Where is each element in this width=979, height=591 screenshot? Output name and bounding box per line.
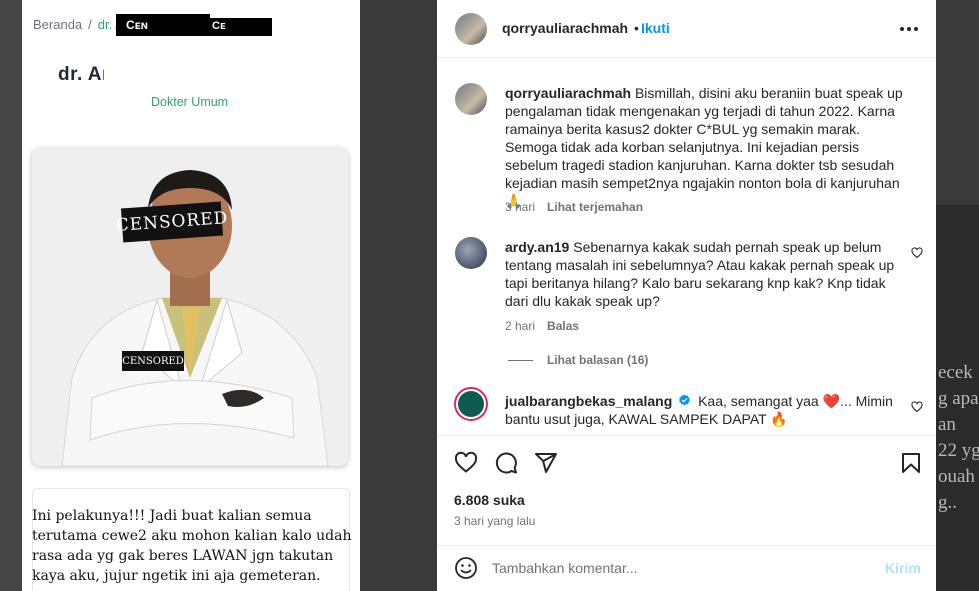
view-replies-button[interactable]: Lihat balasan (16) bbox=[508, 353, 648, 367]
share-icon[interactable] bbox=[534, 451, 558, 475]
breadcrumb-separator: / bbox=[88, 17, 92, 32]
post-image[interactable]: Beranda / dr. A Cᴇɴ Cᴇ dr. Aı Y Dokter Umu… bbox=[22, 0, 360, 591]
view-replies-label[interactable]: Lihat balasan (16) bbox=[547, 353, 648, 367]
comment-avatar[interactable] bbox=[455, 237, 487, 269]
follow-button[interactable]: Ikuti bbox=[641, 20, 670, 36]
comment-meta: 3 hari Lihat terjemahan bbox=[505, 200, 643, 214]
emoji-icon[interactable] bbox=[454, 556, 478, 580]
comment-username[interactable]: qorryauliarachmah bbox=[505, 85, 631, 101]
comment-text: Bismillah, disini aku beraniin buat spea… bbox=[505, 85, 903, 209]
comment: jualbarangbekas_malang Kaa, semangat yaa… bbox=[505, 392, 895, 428]
breadcrumb-home: Beranda bbox=[33, 17, 83, 32]
comment-time[interactable]: 2 hari bbox=[505, 319, 535, 333]
comment-meta: 2 hari Balas bbox=[505, 319, 579, 333]
verified-badge-icon bbox=[679, 394, 690, 406]
censor-label-badge: CENSORED bbox=[122, 355, 184, 367]
author-avatar[interactable] bbox=[455, 13, 487, 45]
comment-username[interactable]: ardy.an19 bbox=[505, 239, 569, 255]
background-page-text: ecek g apa an 22 yg ouah g.. bbox=[938, 362, 979, 513]
backdrop-left-edge bbox=[0, 0, 22, 591]
comment-username[interactable]: jualbarangbekas_malang bbox=[505, 393, 672, 409]
comments-list[interactable]: qorryauliarachmah Bismillah, disini aku … bbox=[437, 58, 936, 435]
comment-time[interactable]: 3 hari bbox=[505, 200, 535, 214]
comment-composer: Kirim bbox=[437, 545, 936, 591]
header-separator: • bbox=[634, 20, 639, 36]
like-comment-icon[interactable] bbox=[911, 247, 923, 259]
heart-icon[interactable] bbox=[454, 451, 478, 475]
backdrop-right-top bbox=[936, 0, 979, 205]
post-timestamp[interactable]: 3 hari yang lalu bbox=[454, 514, 535, 528]
author-username[interactable]: qorryauliarachmah bbox=[502, 20, 628, 36]
doctor-illustration bbox=[32, 148, 348, 466]
post-actions: 6.808 suka 3 hari yang lalu bbox=[437, 435, 936, 545]
more-options-icon[interactable] bbox=[899, 26, 919, 32]
comment-avatar[interactable] bbox=[455, 83, 487, 115]
caption-comment: qorryauliarachmah Bismillah, disini aku … bbox=[505, 84, 915, 210]
instagram-post-panel: qorryauliarachmah • Ikuti qorryauliarach… bbox=[437, 0, 936, 591]
name-redaction bbox=[104, 64, 164, 86]
replies-line bbox=[508, 360, 533, 362]
censor-label-eyes: CENSORED bbox=[115, 208, 229, 236]
redaction-label-2: Cᴇ bbox=[212, 20, 226, 32]
reply-button[interactable]: Balas bbox=[547, 319, 579, 333]
redaction-label-1: Cᴇɴ bbox=[126, 18, 149, 32]
likes-count[interactable]: 6.808 suka bbox=[454, 492, 525, 508]
censor-badge: CENSORED bbox=[122, 351, 184, 371]
comment: ardy.an19 Sebenarnya kakak sudah pernah … bbox=[505, 238, 895, 310]
post-header: qorryauliarachmah • Ikuti bbox=[437, 0, 936, 58]
post-comment-button[interactable]: Kirim bbox=[885, 560, 921, 576]
comment-input[interactable] bbox=[492, 558, 872, 578]
image-caption: Ini pelakunya!!! Jadi buat kalian semua … bbox=[32, 508, 352, 584]
bookmark-icon[interactable] bbox=[899, 451, 923, 475]
censor-bar-eyes: CENSORED bbox=[115, 201, 229, 243]
breadcrumb: Beranda / dr. A bbox=[33, 17, 124, 32]
doctor-photo: CENSORED CENSORED bbox=[32, 148, 348, 466]
comment-avatar[interactable] bbox=[454, 387, 488, 421]
like-comment-icon[interactable] bbox=[911, 401, 923, 413]
doctor-role: Dokter Umum bbox=[151, 95, 229, 109]
comment-icon[interactable] bbox=[494, 451, 518, 475]
see-translation-button[interactable]: Lihat terjemahan bbox=[547, 200, 643, 214]
